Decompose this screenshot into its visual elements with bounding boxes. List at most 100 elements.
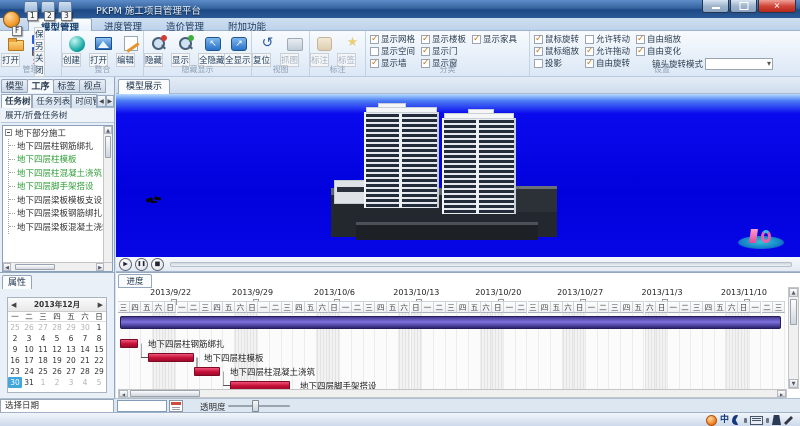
date-picker-button[interactable] xyxy=(169,400,183,412)
close-button[interactable] xyxy=(758,0,796,13)
subtab-scroll-r[interactable] xyxy=(106,95,114,107)
calendar-day[interactable]: 11 xyxy=(36,344,50,355)
transparency-slider[interactable] xyxy=(228,405,290,407)
subtab-2[interactable]: 任务列表 xyxy=(32,94,71,108)
calendar-day[interactable]: 25 xyxy=(36,366,50,377)
tree-root-node[interactable]: 地下部分施工 xyxy=(3,126,112,139)
annotate-button[interactable]: 标注 xyxy=(310,33,340,66)
category-checkbox[interactable]: 显示家具 xyxy=(472,33,517,45)
calendar-day[interactable]: 29 xyxy=(92,366,106,377)
tab-properties[interactable]: 属性 xyxy=(2,275,32,289)
calendar-day[interactable]: 4 xyxy=(36,333,50,344)
calendar-day[interactable]: 13 xyxy=(64,344,78,355)
settings-checkbox[interactable]: 允许拖动 xyxy=(585,45,630,57)
model-viewport-3d[interactable] xyxy=(116,94,800,257)
category-checkbox[interactable]: 显示楼板 xyxy=(421,33,466,45)
open-model-button[interactable]: 打开 xyxy=(89,33,119,66)
stop-button[interactable] xyxy=(151,258,164,271)
ime-brand-icon[interactable] xyxy=(706,415,717,426)
calendar-day[interactable]: 23 xyxy=(8,366,22,377)
calendar-day[interactable]: 2 xyxy=(8,333,22,344)
tree-horizontal-scrollbar[interactable]: ◀ ▶ xyxy=(3,262,113,271)
settings-checkbox[interactable]: 鼠标旋转 xyxy=(534,33,579,45)
ime-chinese-indicator[interactable]: 中 xyxy=(720,415,729,426)
calendar-day[interactable]: 1 xyxy=(92,322,106,333)
gantt-task-bar-2[interactable] xyxy=(148,353,194,362)
calendar-day[interactable]: 30 xyxy=(78,322,92,333)
create-button[interactable]: 创建 xyxy=(62,33,92,66)
tray-pen-icon[interactable] xyxy=(784,415,794,425)
snapshot-button[interactable]: 抓图 xyxy=(280,33,310,66)
ime-punct-icon[interactable] xyxy=(744,418,747,423)
tree-item-5[interactable]: 地下四层梁板模板支设 xyxy=(9,193,112,207)
settings-checkbox[interactable]: 自由缩放 xyxy=(636,33,681,45)
calendar-day[interactable]: 30 xyxy=(8,377,22,388)
calendar-day[interactable]: 28 xyxy=(50,322,64,333)
show-button[interactable]: 显示 xyxy=(171,33,201,66)
tray-tool-icon[interactable] xyxy=(772,415,781,425)
gantt-horizontal-scrollbar[interactable]: ◀ ▶ xyxy=(118,389,787,398)
calendar-day[interactable]: 1 xyxy=(36,377,50,388)
reset-view-button[interactable]: 复位 xyxy=(252,33,282,66)
calendar-day[interactable]: 17 xyxy=(22,355,36,366)
settings-checkbox[interactable]: 自由变化 xyxy=(636,45,681,57)
edit-button[interactable]: 编辑 xyxy=(116,33,146,66)
gantt-task-bar-4[interactable] xyxy=(230,381,290,389)
panel-tab-1[interactable]: 模型 xyxy=(1,79,28,93)
show-all-button[interactable]: 全显示 xyxy=(224,33,254,66)
calendar-day[interactable]: 16 xyxy=(8,355,22,366)
hide-button[interactable]: 隐藏 xyxy=(144,33,174,66)
qat-button-3[interactable]: 3 xyxy=(58,1,72,13)
pause-button[interactable] xyxy=(135,258,148,271)
calendar-day[interactable]: 12 xyxy=(50,344,64,355)
maximize-button[interactable] xyxy=(730,0,757,13)
keyboard-icon[interactable] xyxy=(750,416,763,425)
ribbon-tab-2[interactable]: 进度管理 xyxy=(92,18,154,31)
title-bar[interactable]: 123 PKPM 施工项目管理平台 xyxy=(0,0,800,18)
calendar-day[interactable]: 25 xyxy=(8,322,22,333)
gantt-task-bar-1[interactable] xyxy=(120,339,138,348)
application-menu-button[interactable]: F xyxy=(3,11,20,28)
calendar-day[interactable]: 5 xyxy=(92,377,106,388)
ribbon-tab-3[interactable]: 造价管理 xyxy=(154,18,216,31)
calendar-day[interactable]: 19 xyxy=(50,355,64,366)
calendar-day[interactable]: 26 xyxy=(22,322,36,333)
tab-progress[interactable]: 进度 xyxy=(118,274,152,288)
ribbon-tab-4[interactable]: 附加功能 xyxy=(216,18,278,31)
calendar-day[interactable]: 9 xyxy=(8,344,22,355)
calendar-day[interactable]: 21 xyxy=(78,355,92,366)
timeline-slider[interactable] xyxy=(170,262,792,267)
calendar-day[interactable]: 27 xyxy=(64,366,78,377)
calendar-day[interactable]: 22 xyxy=(92,355,106,366)
calendar-day[interactable]: 26 xyxy=(50,366,64,377)
minimize-button[interactable] xyxy=(702,0,729,13)
tree-item-4[interactable]: 地下四层脚手架搭设 xyxy=(9,180,112,194)
expand-collapse-tree-button[interactable]: 展开/折叠任务树 xyxy=(1,109,114,123)
tab-model-display[interactable]: 模型展示 xyxy=(118,79,170,94)
transparency-slider-thumb[interactable] xyxy=(252,400,259,412)
panel-tab-3[interactable]: 标签 xyxy=(53,79,80,93)
tree-item-1[interactable]: 地下四层柱钢筋绑扎 xyxy=(9,139,112,153)
category-checkbox[interactable]: 显示空间 xyxy=(370,45,415,57)
ime-mode-icon[interactable] xyxy=(732,415,741,425)
qat-button-1[interactable]: 1 xyxy=(24,1,38,13)
settings-checkbox[interactable]: 鼠标缩放 xyxy=(534,45,579,57)
calendar-day[interactable]: 29 xyxy=(64,322,78,333)
calendar-day[interactable]: 15 xyxy=(92,344,106,355)
calendar-day[interactable]: 5 xyxy=(50,333,64,344)
calendar-day[interactable]: 10 xyxy=(22,344,36,355)
subtab-scroll-l[interactable] xyxy=(97,95,105,107)
calendar-day[interactable]: 3 xyxy=(22,333,36,344)
settings-checkbox[interactable]: 允许转动 xyxy=(585,33,630,45)
calendar-day[interactable]: 6 xyxy=(64,333,78,344)
gantt-task-bar-3[interactable] xyxy=(194,367,220,376)
calendar-day[interactable]: 20 xyxy=(64,355,78,366)
date-input[interactable] xyxy=(117,400,167,412)
calendar-day[interactable]: 31 xyxy=(22,377,36,388)
gantt-summary-bar[interactable] xyxy=(120,316,781,329)
tree-collapse-icon[interactable] xyxy=(5,129,12,136)
open-button[interactable]: 打开 xyxy=(1,33,31,66)
panel-tab-2[interactable]: 工序 xyxy=(27,79,54,93)
category-checkbox[interactable]: 显示门 xyxy=(421,45,466,57)
calendar-day[interactable]: 27 xyxy=(36,322,50,333)
